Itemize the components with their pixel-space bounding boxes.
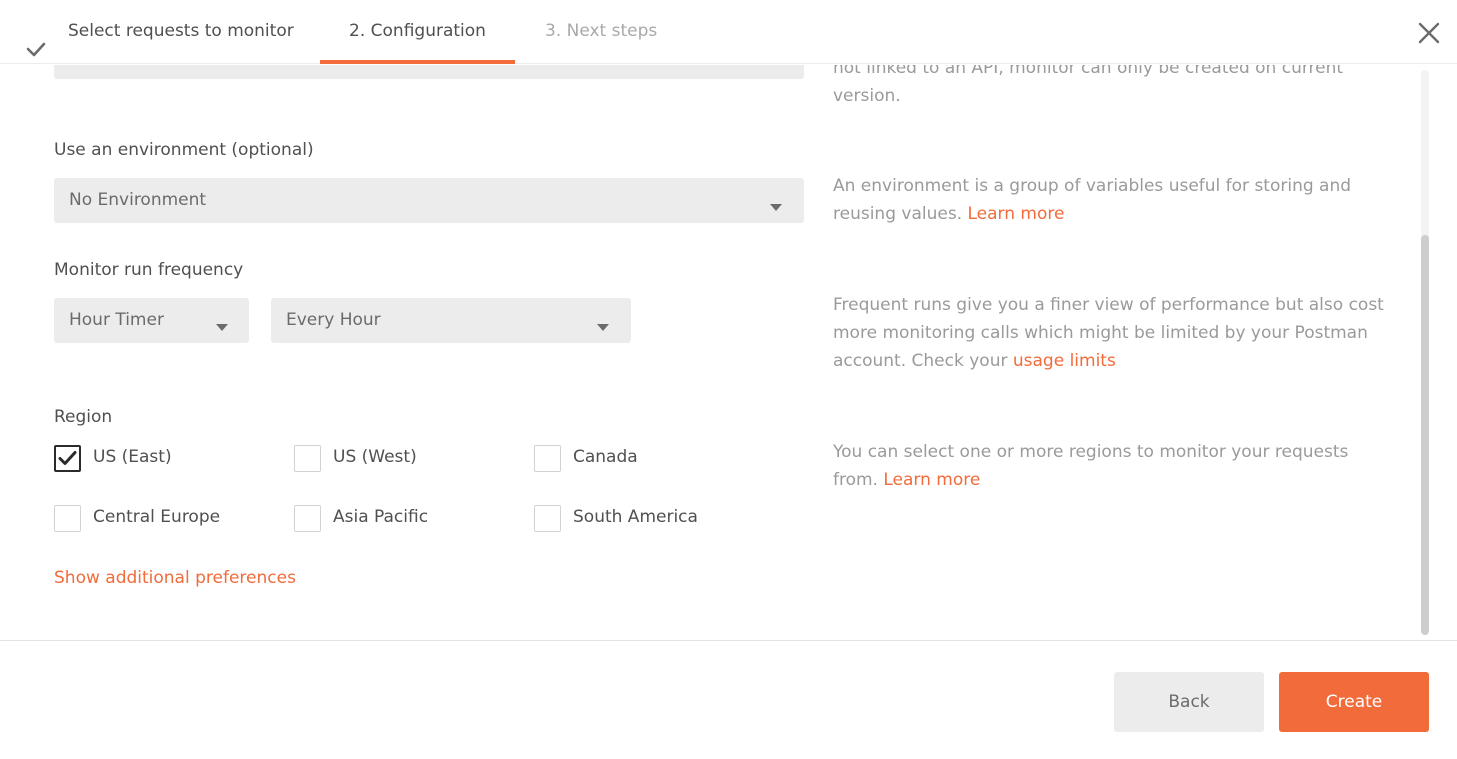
checkbox[interactable] (534, 445, 561, 472)
wizard-footer: Back Create (0, 640, 1457, 759)
version-help-text: not linked to an API, monitor can only b… (833, 65, 1344, 106)
region-label-text: US (West) (333, 447, 417, 467)
checkbox[interactable] (294, 445, 321, 472)
environment-select[interactable]: No Environment (54, 178, 804, 223)
environment-help-text: An environment is a group of variables u… (833, 176, 1352, 224)
check-icon (24, 22, 48, 57)
caret-down-icon (770, 197, 782, 211)
frequency-help-text: Frequent runs give you a finer view of p… (833, 295, 1384, 371)
checkbox[interactable] (534, 505, 561, 532)
region-label-text: US (East) (93, 447, 172, 467)
scrollbar-thumb[interactable] (1421, 235, 1429, 635)
step-label: Select requests to monitor (68, 21, 294, 41)
checkmark-icon (58, 451, 77, 465)
step-configuration[interactable]: 2. Configuration (320, 0, 515, 64)
close-icon[interactable] (1416, 20, 1442, 46)
step-next-steps[interactable]: 3. Next steps (545, 0, 657, 64)
environment-value: No Environment (69, 190, 207, 210)
timer-type-value: Hour Timer (69, 310, 164, 330)
region-label-text: South America (573, 507, 698, 527)
back-button[interactable]: Back (1114, 672, 1264, 732)
interval-select[interactable]: Every Hour (271, 298, 631, 343)
timer-type-select[interactable]: Hour Timer (54, 298, 249, 343)
region-label: Region (54, 407, 113, 427)
usage-limits-link[interactable]: usage limits (1013, 351, 1116, 371)
environment-learn-more-link[interactable]: Learn more (968, 204, 1065, 224)
checkbox[interactable] (54, 445, 81, 472)
version-select[interactable] (54, 65, 804, 79)
region-help-text: You can select one or more regions to mo… (833, 442, 1349, 490)
environment-label: Use an environment (optional) (54, 140, 314, 160)
step-label: 3. Next steps (545, 21, 658, 41)
show-additional-preferences-link[interactable]: Show additional preferences (54, 568, 296, 588)
region-label-text: Central Europe (93, 507, 221, 527)
step-label: 2. Configuration (349, 21, 486, 41)
checkbox[interactable] (54, 505, 81, 532)
create-button[interactable]: Create (1279, 672, 1429, 732)
interval-value: Every Hour (286, 310, 381, 330)
caret-down-icon (216, 317, 228, 331)
configuration-form: not linked to an API, monitor can only b… (0, 65, 1457, 640)
checkbox[interactable] (294, 505, 321, 532)
active-step-indicator (320, 60, 515, 64)
frequency-label: Monitor run frequency (54, 260, 244, 280)
region-label-text: Asia Pacific (333, 507, 429, 527)
region-label-text: Canada (573, 447, 638, 467)
region-learn-more-link[interactable]: Learn more (883, 470, 980, 490)
wizard-header: Select requests to monitor 2. Configurat… (0, 0, 1457, 64)
caret-down-icon (597, 317, 609, 331)
